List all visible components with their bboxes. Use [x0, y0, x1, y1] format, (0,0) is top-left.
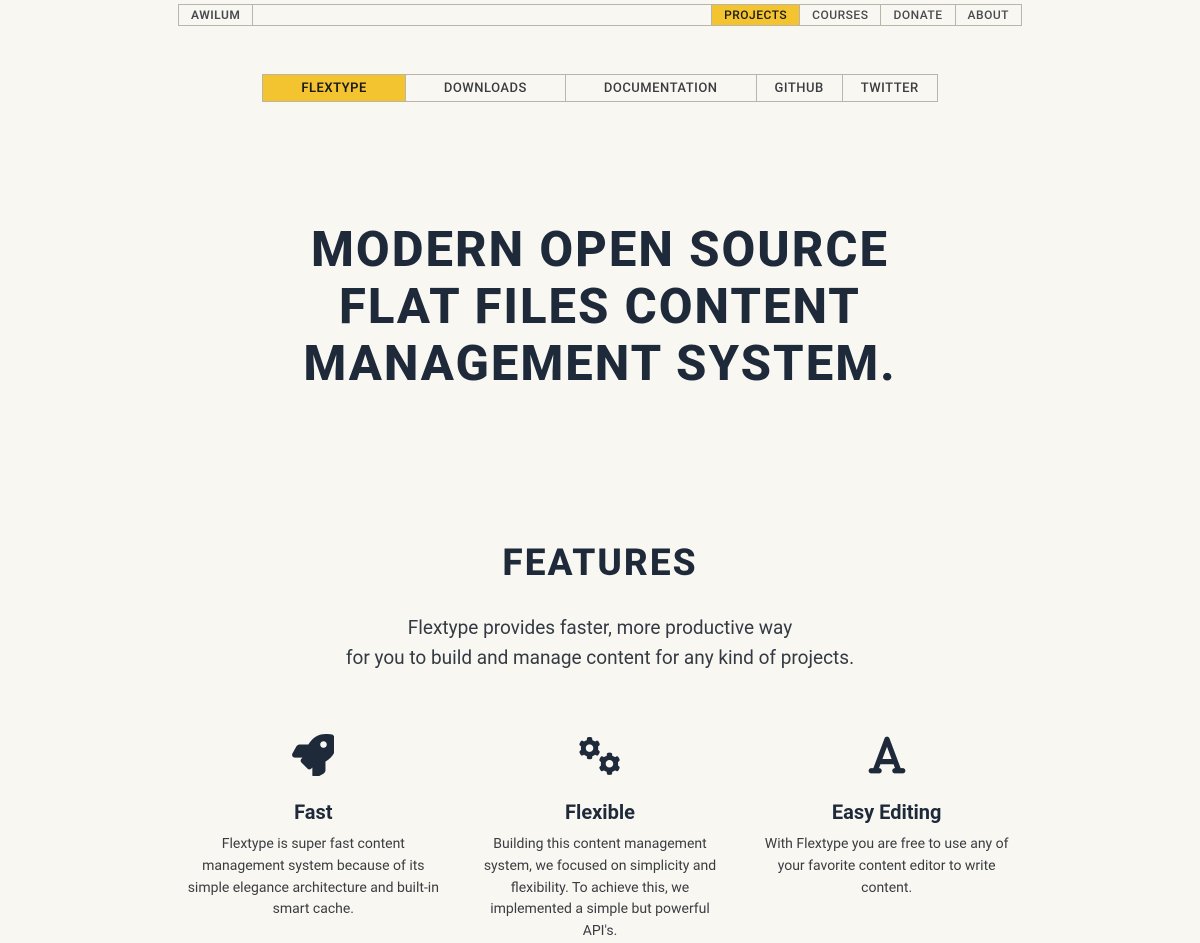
- hero-title: MODERN OPEN SOURCE FLAT FILES CONTENT MA…: [0, 222, 1200, 392]
- top-navigation: AWILUM PROJECTS COURSES DONATE ABOUT: [178, 4, 1022, 26]
- features-subtitle-line-2: for you to build and manage content for …: [346, 646, 854, 669]
- nav-item-donate[interactable]: DONATE: [880, 5, 954, 25]
- tab-twitter[interactable]: TWITTER: [843, 75, 937, 101]
- font-icon: [759, 732, 1014, 778]
- feature-fast: Fast Flextype is super fast content mana…: [180, 732, 447, 942]
- nav-spacer: [253, 5, 711, 25]
- feature-flexible-title: Flexible: [473, 800, 728, 824]
- features-subtitle-line-1: Flextype provides faster, more productiv…: [408, 616, 792, 639]
- rocket-icon: [186, 732, 441, 778]
- feature-flexible: Flexible Building this content managemen…: [467, 732, 734, 942]
- nav-item-projects[interactable]: PROJECTS: [711, 5, 799, 25]
- hero-section: MODERN OPEN SOURCE FLAT FILES CONTENT MA…: [0, 222, 1200, 392]
- brand-logo[interactable]: AWILUM: [179, 5, 253, 25]
- features-title: FEATURES: [0, 542, 1200, 585]
- feature-flexible-desc: Building this content management system,…: [473, 834, 728, 942]
- tab-flextype[interactable]: FLEXTYPE: [263, 75, 406, 101]
- hero-line-3: MANAGEMENT SYSTEM.: [303, 335, 896, 392]
- nav-item-about[interactable]: ABOUT: [955, 5, 1021, 25]
- feature-easy-editing-desc: With Flextype you are free to use any of…: [759, 834, 1014, 899]
- feature-grid: Fast Flextype is super fast content mana…: [180, 732, 1020, 942]
- feature-easy-editing: Easy Editing With Flextype you are free …: [753, 732, 1020, 942]
- feature-fast-desc: Flextype is super fast content managemen…: [186, 834, 441, 921]
- feature-easy-editing-title: Easy Editing: [759, 800, 1014, 824]
- feature-fast-title: Fast: [186, 800, 441, 824]
- tab-downloads[interactable]: DOWNLOADS: [406, 75, 566, 101]
- features-subtitle: Flextype provides faster, more productiv…: [0, 613, 1200, 672]
- sub-navigation: FLEXTYPE DOWNLOADS DOCUMENTATION GITHUB …: [0, 74, 1200, 102]
- tab-github[interactable]: GITHUB: [757, 75, 843, 101]
- gears-icon: [473, 732, 728, 778]
- hero-line-2: FLAT FILES CONTENT: [339, 278, 861, 335]
- features-section: FEATURES Flextype provides faster, more …: [0, 542, 1200, 942]
- hero-line-1: MODERN OPEN SOURCE: [311, 221, 889, 278]
- nav-item-courses[interactable]: COURSES: [799, 5, 880, 25]
- tab-documentation[interactable]: DOCUMENTATION: [566, 75, 757, 101]
